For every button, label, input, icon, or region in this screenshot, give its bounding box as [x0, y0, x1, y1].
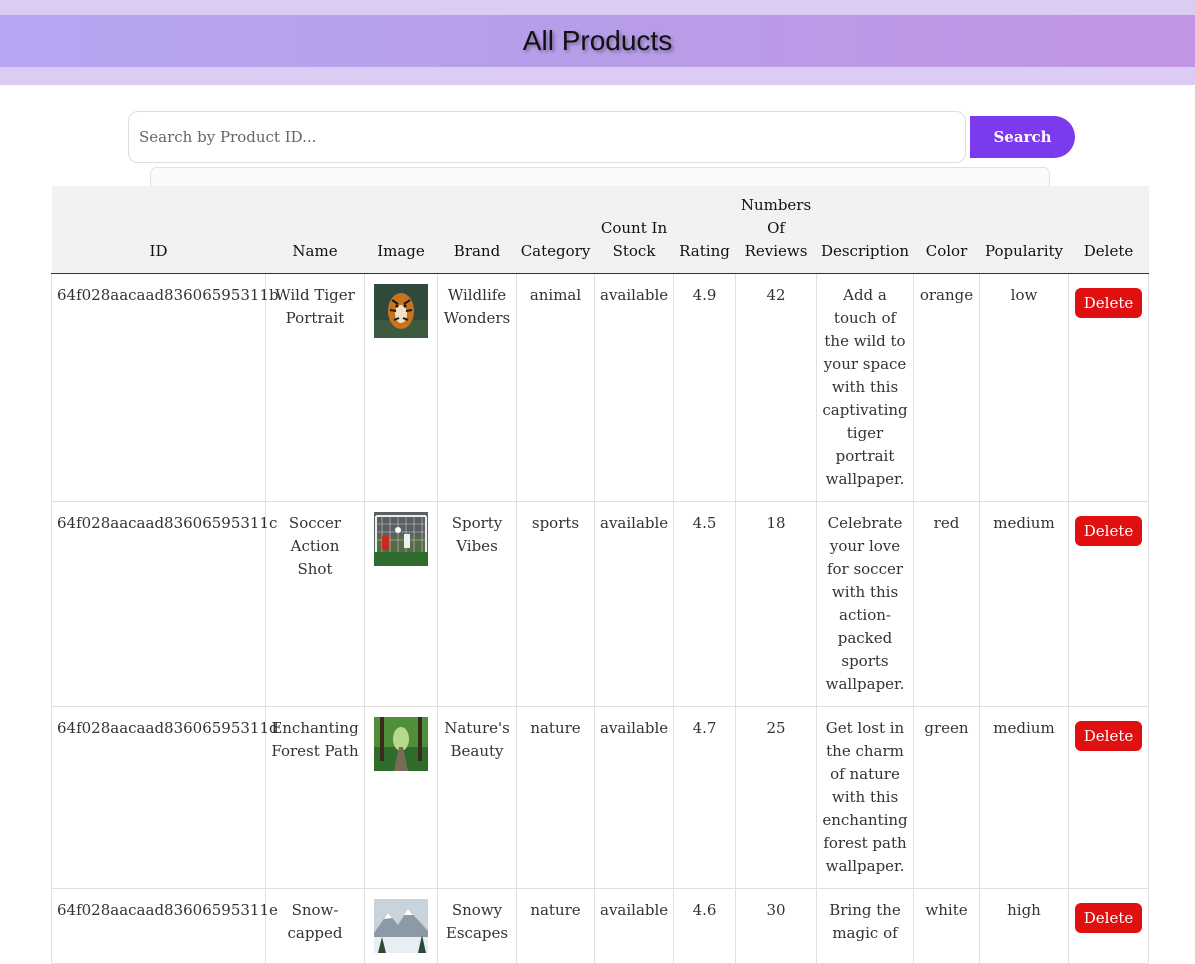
- table-row: 64f028aacaad83606595311b Wild Tiger Port…: [51, 273, 1149, 502]
- cell-name: Wild Tiger Portrait: [265, 273, 365, 502]
- cell-description: Bring the magic of: [816, 888, 914, 964]
- col-image: Image: [364, 186, 438, 274]
- cell-stock: available: [594, 888, 674, 964]
- delete-button[interactable]: Delete: [1074, 516, 1143, 546]
- col-count-in-stock: Count In Stock: [594, 186, 674, 274]
- col-rating: Rating: [673, 186, 736, 274]
- table-header-row: ID Name Image Brand Category Count In St…: [51, 186, 1149, 274]
- cell-delete: Delete: [1068, 888, 1149, 964]
- cell-delete: Delete: [1068, 706, 1149, 889]
- cell-brand: Sporty Vibes: [437, 501, 517, 707]
- cell-id: 64f028aacaad83606595311e: [51, 888, 278, 964]
- forest-image: [374, 717, 428, 771]
- col-reviews: Numbers Of Reviews: [735, 186, 817, 274]
- cell-delete: Delete: [1068, 501, 1149, 707]
- cell-brand: Snowy Escapes: [437, 888, 517, 964]
- cell-image: [364, 273, 438, 502]
- cell-description: Celebrate your love for soccer with this…: [816, 501, 914, 707]
- tiger-image: [374, 284, 428, 338]
- cell-popularity: high: [979, 888, 1069, 964]
- col-delete: Delete: [1068, 186, 1149, 274]
- table-row: 64f028aacaad83606595311d Enchanting Fore…: [51, 706, 1149, 889]
- col-brand: Brand: [437, 186, 517, 274]
- delete-button[interactable]: Delete: [1074, 903, 1143, 933]
- col-description: Description: [816, 186, 914, 274]
- page-title: All Products: [522, 25, 673, 56]
- cell-rating: 4.9: [673, 273, 736, 502]
- cell-color: orange: [913, 273, 980, 502]
- cell-name: Enchanting Forest Path: [265, 706, 365, 889]
- col-name: Name: [265, 186, 365, 274]
- cell-reviews: 30: [735, 888, 817, 964]
- cell-color: white: [913, 888, 980, 964]
- cell-name: Soccer Action Shot: [265, 501, 365, 707]
- cell-popularity: low: [979, 273, 1069, 502]
- cell-popularity: medium: [979, 706, 1069, 889]
- mountain-image: [374, 899, 428, 953]
- search-input[interactable]: [128, 111, 966, 163]
- cell-category: nature: [516, 888, 595, 964]
- cell-image: [364, 706, 438, 889]
- cell-reviews: 18: [735, 501, 817, 707]
- cell-brand: Wildlife Wonders: [437, 273, 517, 502]
- table-row: 64f028aacaad83606595311c Soccer Action S…: [51, 501, 1149, 707]
- cell-popularity: medium: [979, 501, 1069, 707]
- cell-stock: available: [594, 706, 674, 889]
- header-band: All Products: [0, 0, 1195, 85]
- cell-id: 64f028aacaad83606595311c: [51, 501, 277, 707]
- cell-name: Snow-capped: [265, 888, 365, 964]
- cell-id: 64f028aacaad83606595311b: [51, 273, 279, 502]
- cell-stock: available: [594, 273, 674, 502]
- cell-category: sports: [516, 501, 595, 707]
- delete-button[interactable]: Delete: [1074, 288, 1143, 318]
- cell-image: [364, 501, 438, 707]
- cell-rating: 4.6: [673, 888, 736, 964]
- cell-stock: available: [594, 501, 674, 707]
- cell-category: nature: [516, 706, 595, 889]
- cell-reviews: 42: [735, 273, 817, 502]
- col-popularity: Popularity: [979, 186, 1069, 274]
- cell-reviews: 25: [735, 706, 817, 889]
- search-button[interactable]: Search: [970, 116, 1075, 158]
- cell-category: animal: [516, 273, 595, 502]
- col-category: Category: [516, 186, 595, 274]
- cell-description: Get lost in the charm of nature with thi…: [816, 706, 914, 889]
- cell-rating: 4.7: [673, 706, 736, 889]
- cell-id: 64f028aacaad83606595311d: [51, 706, 279, 889]
- cell-color: red: [913, 501, 980, 707]
- cell-description: Add a touch of the wild to your space wi…: [816, 273, 914, 502]
- cell-image: [364, 888, 438, 964]
- cell-brand: Nature's Beauty: [437, 706, 517, 889]
- cell-rating: 4.5: [673, 501, 736, 707]
- products-table-wrapper: ID Name Image Brand Category Count In St…: [51, 186, 1149, 964]
- col-color: Color: [913, 186, 980, 274]
- products-table: ID Name Image Brand Category Count In St…: [51, 186, 1149, 964]
- cell-color: green: [913, 706, 980, 889]
- col-id: ID: [51, 186, 266, 274]
- title-bar: All Products: [0, 15, 1195, 67]
- delete-button[interactable]: Delete: [1074, 721, 1143, 751]
- table-row: 64f028aacaad83606595311e Snow-capped Sno…: [51, 888, 1149, 964]
- cell-delete: Delete: [1068, 273, 1149, 502]
- search-row: Search: [128, 111, 1075, 163]
- soccer-image: [374, 512, 428, 566]
